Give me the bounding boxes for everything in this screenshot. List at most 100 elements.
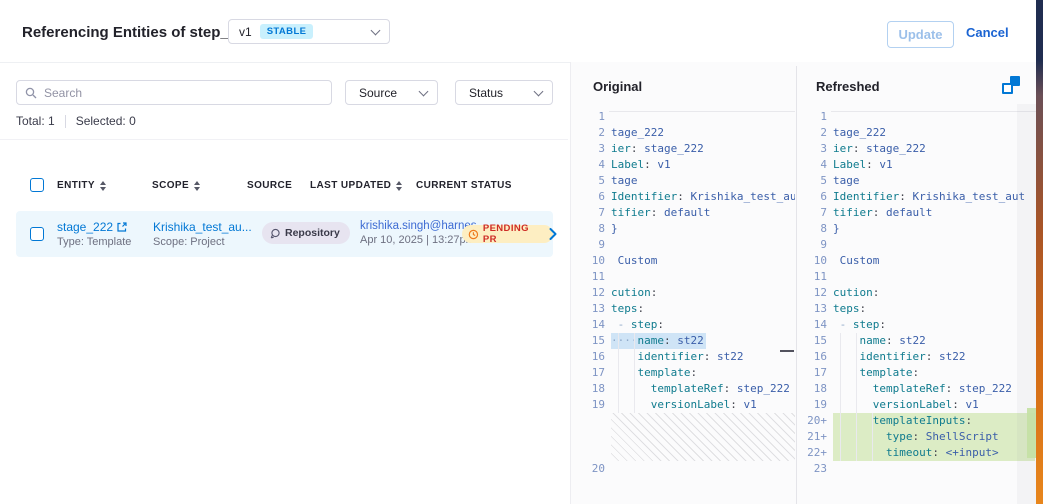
code-line: 5tage	[571, 173, 795, 189]
code-line: 10 Custom	[801, 253, 1035, 269]
chevron-down-icon	[371, 25, 381, 35]
version-select[interactable]: v1 STABLE	[228, 19, 390, 44]
source-filter-label: Source	[359, 86, 397, 100]
search-box	[16, 80, 332, 105]
selected-count: Selected: 0	[76, 114, 136, 128]
select-all-checkbox[interactable]	[30, 178, 44, 192]
table-row[interactable]: stage_222 Type: Template Krishika_test_a…	[16, 211, 553, 257]
code-line: 10 Custom	[571, 253, 795, 269]
original-pane-title: Original	[593, 79, 642, 94]
stable-badge: STABLE	[260, 24, 314, 39]
code-line: 18 templateRef: step_222	[801, 381, 1035, 397]
pane-divider	[796, 66, 797, 504]
overview-cursor-marker	[780, 350, 794, 352]
sort-icon	[194, 181, 200, 191]
hidden-lines-placeholder	[611, 413, 795, 461]
code-line: 12cution:	[801, 285, 1035, 301]
code-line: 4Label: v1	[571, 157, 795, 173]
scope-detail: Scope: Project	[153, 236, 249, 248]
row-checkbox[interactable]	[30, 227, 44, 241]
repository-icon	[270, 228, 281, 239]
chevron-right-icon	[549, 228, 557, 240]
code-line: 7tifier: default	[571, 205, 795, 221]
code-line: 20+ templateInputs:	[801, 413, 1035, 429]
row-expand-chevron[interactable]	[544, 225, 562, 243]
chevron-down-icon	[419, 86, 429, 96]
code-line: 3ier: stage_222	[801, 141, 1035, 157]
status-filter-label: Status	[469, 86, 503, 100]
result-counts: Total: 1 Selected: 0	[16, 114, 136, 128]
code-line: 2tage_222	[571, 125, 795, 141]
code-line: 15 name: st22	[801, 333, 1035, 349]
code-line: 19 versionLabel: v1	[801, 397, 1035, 413]
refreshed-editor[interactable]: 1 2tage_2223ier: stage_2224Label: v15tag…	[801, 109, 1035, 477]
code-line: 21+ type: ShellScript	[801, 429, 1035, 445]
column-header-scope[interactable]: SCOPE	[152, 180, 200, 191]
code-line: 13teps:	[571, 301, 795, 317]
search-icon	[25, 87, 37, 99]
code-line: 11	[571, 269, 795, 285]
sort-icon	[100, 181, 106, 191]
code-line: 2tage_222	[801, 125, 1035, 141]
external-link-icon	[117, 222, 127, 232]
code-line: 6Identifier: Krishika_test_aut	[801, 189, 1035, 205]
column-header-current-status: CURRENT STATUS	[416, 180, 512, 191]
clock-icon	[468, 229, 479, 240]
entity-type: Type: Template	[57, 236, 131, 248]
referencing-entities-drawer: Referencing Entities of step_222 v1 STAB…	[0, 0, 1043, 504]
code-line: 7tifier: default	[801, 205, 1035, 221]
copy-button[interactable]	[1002, 76, 1020, 94]
code-line: 5tage	[801, 173, 1035, 189]
code-line: 4Label: v1	[801, 157, 1035, 173]
code-line: 16 identifier: st22	[571, 349, 795, 365]
code-line: 23	[801, 461, 1035, 477]
source-chip: Repository	[262, 222, 350, 244]
scope-cell: Krishika_test_au... Scope: Project	[153, 220, 249, 248]
code-line: 15····name: st22	[571, 333, 795, 349]
code-line: 20	[571, 461, 795, 477]
status-badge: PENDING PR	[462, 225, 553, 243]
cancel-button[interactable]: Cancel	[966, 25, 1009, 40]
code-line: 19 versionLabel: v1	[571, 397, 795, 413]
sort-icon	[396, 181, 402, 191]
code-line: 3ier: stage_222	[571, 141, 795, 157]
code-line: 8}	[801, 221, 1035, 237]
total-count: Total: 1	[16, 114, 55, 128]
diff-panel: Original Refreshed 1 2tage_2223ier: stag…	[570, 62, 1036, 504]
code-line: 14 - step:	[571, 317, 795, 333]
code-line: 17 template:	[571, 365, 795, 381]
column-header-entity[interactable]: ENTITY	[57, 180, 106, 191]
scope-link[interactable]: Krishika_test_au...	[153, 220, 252, 234]
code-line: 17 template:	[801, 365, 1035, 381]
filter-divider	[0, 139, 568, 140]
code-line: 22+ timeout: <+input>	[801, 445, 1035, 461]
column-header-last-updated[interactable]: LAST UPDATED	[310, 180, 402, 191]
status-filter[interactable]: Status	[455, 80, 553, 105]
source-filter[interactable]: Source	[345, 80, 438, 105]
original-editor[interactable]: 1 2tage_2223ier: stage_2224Label: v15tag…	[571, 109, 795, 477]
search-input[interactable]	[44, 86, 323, 100]
code-line: 1	[571, 109, 795, 125]
code-line: 14 - step:	[801, 317, 1035, 333]
code-line: 16 identifier: st22	[801, 349, 1035, 365]
source-chip-label: Repository	[285, 227, 340, 239]
background-page-edge	[1036, 0, 1043, 504]
code-line: 9	[571, 237, 795, 253]
page-title: Referencing Entities of step_222	[22, 24, 254, 41]
code-line: 13teps:	[801, 301, 1035, 317]
code-line: 1	[801, 109, 1035, 125]
code-line: 8}	[571, 221, 795, 237]
code-line: 18 templateRef: step_222	[571, 381, 795, 397]
entity-link[interactable]: stage_222	[57, 220, 113, 234]
column-header-source: SOURCE	[247, 180, 292, 191]
code-line: 12cution:	[571, 285, 795, 301]
counts-separator	[65, 115, 66, 128]
status-badge-label: PENDING PR	[483, 223, 545, 245]
entity-cell: stage_222 Type: Template	[57, 220, 131, 248]
code-line: 9	[801, 237, 1035, 253]
code-line: 6Identifier: Krishika_test_aut	[571, 189, 795, 205]
version-value: v1	[239, 25, 252, 39]
chevron-down-icon	[534, 86, 544, 96]
refreshed-pane-title: Refreshed	[816, 79, 880, 94]
update-button[interactable]: Update	[887, 21, 954, 48]
